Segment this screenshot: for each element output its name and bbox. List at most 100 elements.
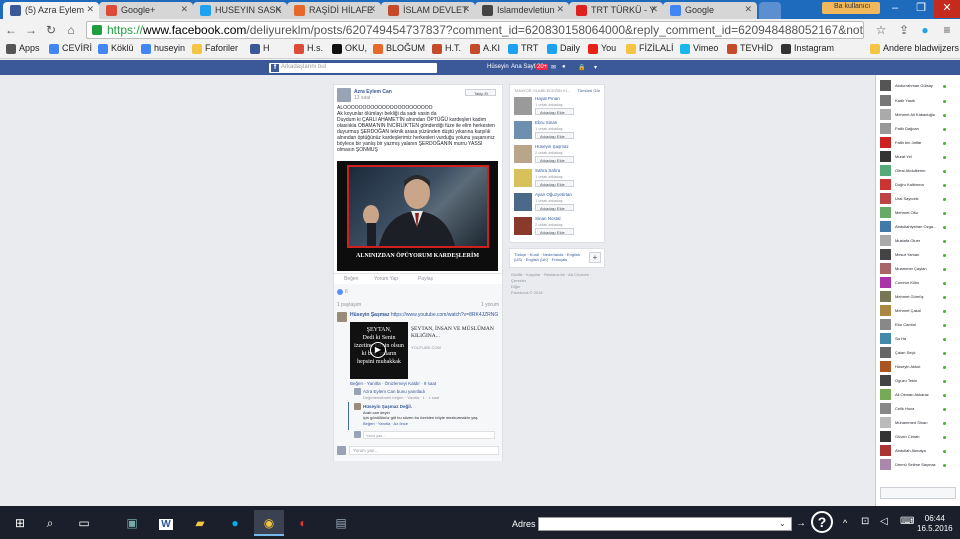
video-title[interactable]: ŞEYTAN, İNSAN VE MÜSLÜMAN KILIĞINA... (411, 326, 499, 340)
person-name[interactable]: Ayan Oğuzyetirtan (535, 192, 572, 197)
close-icon[interactable]: ✕ (274, 4, 282, 15)
chat-contact[interactable]: Mehmet Gümüş (880, 290, 960, 304)
facebook-search-input[interactable]: f Arkadaşlarını bul (269, 63, 437, 73)
media-app-icon[interactable]: ▣ (117, 510, 147, 536)
mutual-friends[interactable]: 1 ortak arkadaş (535, 174, 563, 179)
bookmark-oku[interactable]: OKU, (332, 43, 367, 54)
chat-contact[interactable]: Murat Yel (880, 150, 960, 164)
comment-count[interactable]: 1 yorum (481, 302, 499, 308)
friend-requests-badge[interactable]: 20+ (536, 64, 549, 70)
tab-rasidi[interactable]: RAŞİDİ HİLAFE ✕ (287, 2, 381, 19)
like-count[interactable]: 6 (345, 289, 348, 295)
network-icon[interactable]: ⊡ (861, 516, 869, 527)
chat-contact[interactable]: Ebu Camlal (880, 318, 960, 332)
bookmark-koklu[interactable]: Köklü (98, 43, 134, 54)
share-count[interactable]: 1 paylaşım (337, 302, 361, 308)
back-icon[interactable]: ← (4, 22, 18, 38)
person-photo[interactable] (514, 121, 532, 139)
close-icon[interactable]: ✕ (180, 4, 188, 15)
chat-contact[interactable]: Cumhur Kilim (880, 276, 960, 290)
add-friend-button[interactable]: Arkadaşı Ekle (535, 228, 574, 235)
search-icon[interactable]: ⌕ (35, 510, 65, 536)
add-friend-button[interactable]: Arkadaşı Ekle (535, 180, 574, 187)
messages-icon[interactable]: ✉ (551, 64, 556, 71)
add-friend-button[interactable]: Arkadaşı Ekle (535, 204, 574, 211)
bookmark-tevhid[interactable]: TEVHİD (727, 43, 773, 54)
mutual-friends[interactable]: 1 ortak arkadaş (535, 126, 563, 131)
comment-author[interactable]: Hüseyin Şaşmaz (350, 312, 389, 318)
task-view-icon[interactable]: ▭ (69, 510, 99, 536)
tab-google[interactable]: Google ✕ (663, 2, 757, 19)
chat-contact[interactable]: Celik Hoca (880, 402, 960, 416)
close-icon[interactable]: ✕ (650, 4, 658, 15)
comment-button[interactable]: Yorum Yap (374, 276, 398, 282)
bookmark-apps[interactable]: Apps (6, 43, 40, 54)
person-photo[interactable] (514, 217, 532, 235)
comment-actions[interactable]: Beğen · Yanıtla · Önizlemeyi Kaldır · 9 … (350, 381, 436, 387)
bookmark-blogum[interactable]: BLOĞUM (373, 43, 425, 54)
close-window-icon[interactable]: ✕ (934, 0, 960, 18)
add-language-button[interactable]: + (589, 252, 601, 263)
bookmark-daily[interactable]: Daily (547, 43, 580, 54)
person-name[interactable]: Hüseyin Şaşmaz (535, 144, 569, 149)
close-icon[interactable]: ✕ (86, 4, 94, 15)
chat-contact[interactable]: Oguzu Tekin (880, 374, 960, 388)
chat-contact[interactable]: Fatih Dağcan (880, 122, 960, 136)
minimize-icon[interactable]: – (882, 0, 908, 18)
person-photo[interactable] (514, 193, 532, 211)
keyboard-icon[interactable]: ⌨ (900, 516, 914, 527)
chevron-up-icon[interactable]: ^ (843, 518, 847, 528)
reply-input[interactable]: Yanıt yaz... (363, 431, 495, 439)
mutual-friends[interactable]: 2 ortak arkadaş (535, 150, 563, 155)
person-photo[interactable] (514, 145, 532, 163)
chat-contact[interactable]: Kadir Yasik (880, 94, 960, 108)
go-arrow-icon[interactable]: → (796, 518, 806, 529)
share-button[interactable]: Paylaş (418, 276, 433, 282)
help-icon[interactable]: ? (811, 511, 833, 533)
system-clock[interactable]: 06:44 16.5.2016 (917, 514, 953, 534)
tab-facebook[interactable]: (5) Azra Eylem ✕ (3, 2, 99, 19)
chat-contact[interactable]: Çalan Seçk (880, 346, 960, 360)
bookmark-ceviri[interactable]: CEVİRİ (49, 43, 92, 54)
chat-contact[interactable]: Ali Osman Akkaraz (880, 388, 960, 402)
bookmark-ht[interactable]: H.T. (432, 43, 461, 54)
person-name[interactable]: Sinan Nostal (535, 216, 561, 221)
close-icon[interactable]: ✕ (556, 4, 564, 15)
reply-meta[interactable]: Değerlendirmek beğen · Yanıtla · 1 · 1 s… (363, 395, 439, 401)
footer-links[interactable]: Gizlilik · Koşullar · Reklamcılık · Ad C… (511, 272, 603, 284)
menu-icon[interactable]: ≡ (940, 22, 954, 38)
tab-islamdevletiun[interactable]: Islamdevletiun ✕ (475, 2, 569, 19)
tab-islam-devlet[interactable]: İSLAM DEVLET ✕ (381, 2, 475, 19)
chat-contact[interactable]: Hüseyin Akkut (880, 360, 960, 374)
file-explorer-icon[interactable]: ▰ (185, 510, 215, 536)
comment-input[interactable]: Yorum yaz... (349, 446, 499, 455)
chat-contact[interactable]: Mustafa Oluer (880, 234, 960, 248)
word-icon[interactable]: W (151, 510, 181, 536)
privacy-icon[interactable]: 🔒 (578, 64, 585, 71)
bookmark-fizilali[interactable]: FİZİLALİ (626, 43, 674, 54)
bookmark-trt[interactable]: TRT (508, 43, 538, 54)
person-name[interactable]: Hayat Pınarı (535, 96, 560, 101)
chat-contact[interactable]: Sa Ha (880, 332, 960, 346)
follow-button[interactable]: Takip Et (465, 89, 496, 96)
play-icon[interactable]: ▶ (370, 342, 386, 358)
chat-contact[interactable]: Mesut Yaman (880, 248, 960, 262)
app-icon[interactable]: ◐ (288, 510, 318, 536)
notifications-icon[interactable]: ● (562, 64, 566, 70)
screen-app-icon[interactable]: ▤ (326, 510, 356, 536)
post-time[interactable]: 13 saat · (354, 95, 373, 101)
chat-contact[interactable]: Muammer Çaylan (880, 262, 960, 276)
nav-profile[interactable]: Hüseyin (487, 64, 509, 70)
comment-link[interactable]: https://www.youtube.com/watch?v=8RK4JZRN… (391, 312, 498, 318)
chat-contact[interactable]: Mehmet Ali Kabaduğlu (880, 108, 960, 122)
person-name[interactable]: Ebru Sinan (535, 120, 557, 125)
close-icon[interactable]: ✕ (368, 4, 376, 15)
chat-contact[interactable]: Oltral Abdulkerim (880, 164, 960, 178)
chat-contact[interactable]: Doğru Kalbinma (880, 178, 960, 192)
home-icon[interactable]: ⌂ (64, 22, 78, 38)
like-button[interactable]: Beğen (344, 276, 358, 282)
chat-contact[interactable]: Mehmet Çakal (880, 304, 960, 318)
bookmark-faforiler[interactable]: Faforiler (192, 43, 238, 54)
bookmark-youtube[interactable]: You (588, 43, 616, 54)
chat-contact[interactable]: Muhammed Sinan (880, 416, 960, 430)
